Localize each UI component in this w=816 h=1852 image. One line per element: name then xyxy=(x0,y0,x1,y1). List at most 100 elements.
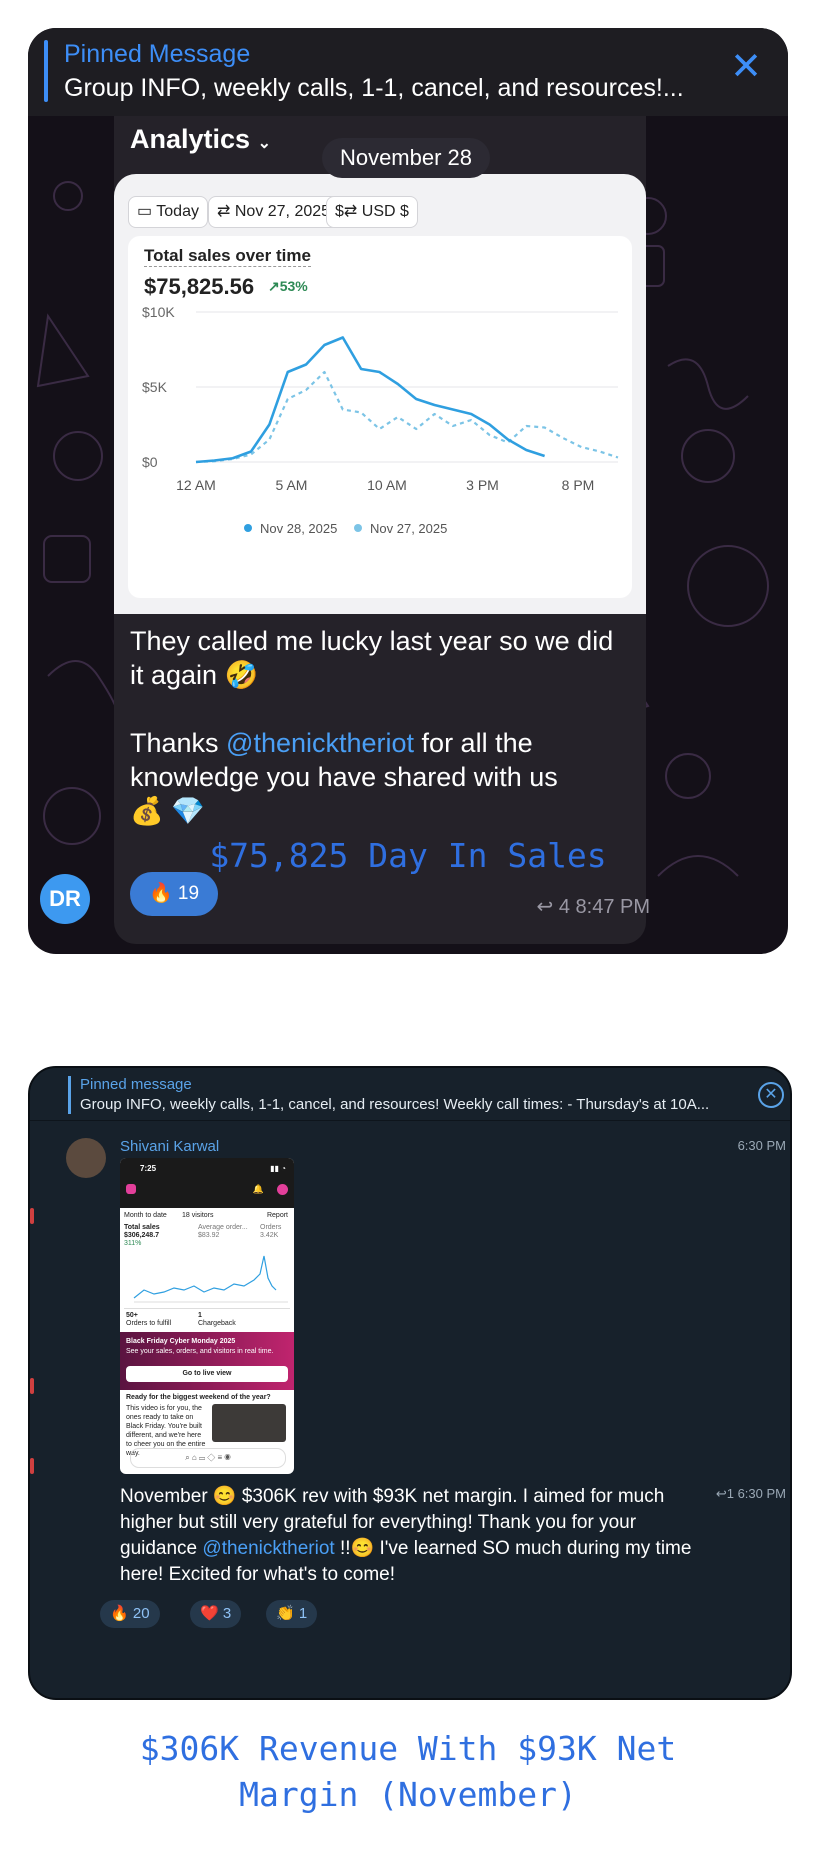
unread-marker xyxy=(30,1378,34,1394)
compare-chip: ⇄ Nov 27, 2025 xyxy=(208,196,340,228)
currency-chip-label: USD $ xyxy=(361,203,409,220)
close-icon[interactable]: ✕ xyxy=(730,48,762,86)
legend-label: Nov 27, 2025 xyxy=(370,521,447,536)
caption-2: $306K Revenue With $93K Net Margin (Nove… xyxy=(0,1726,816,1818)
message-line-1: They called me lucky last year so we did… xyxy=(130,626,614,690)
video-title: Ready for the biggest weekend of the yea… xyxy=(126,1394,271,1401)
caption-1: $75,825 Day In Sales xyxy=(209,836,607,875)
sender-name[interactable]: Shivani Karwal xyxy=(120,1138,219,1155)
pinned-title: Pinned message xyxy=(80,1076,192,1093)
message-time: 6:30 PM xyxy=(737,1486,786,1501)
orders-label: Orders xyxy=(260,1224,282,1231)
x-tick-label: 10 AM xyxy=(367,477,407,493)
reaction-count: 19 xyxy=(177,883,200,904)
chargeback-label: Chargeback xyxy=(198,1320,236,1327)
chart-card: Total sales over time $75,825.56 ↗53% $0… xyxy=(128,236,632,598)
message-emojis: 💰 💎 xyxy=(130,796,205,826)
reaction-heart[interactable]: ❤️ 3 xyxy=(190,1600,242,1628)
unread-marker xyxy=(30,1458,34,1474)
series-line-1 xyxy=(195,370,619,464)
caption-2-line-2: Margin (November) xyxy=(239,1775,577,1814)
sales-chart: $0 $5K $10K 12 AM 5 AM 10 AM 3 PM 8 PM Nov 28, 2… xyxy=(142,306,619,536)
change-value: 53% xyxy=(279,278,308,294)
message-text: November 😊 $306K rev with $93K net margi… xyxy=(120,1484,700,1588)
heart-icon: ❤️ xyxy=(200,1605,219,1622)
reaction-fire[interactable]: 🔥 19 xyxy=(130,872,218,916)
divider xyxy=(124,1308,290,1309)
unread-marker xyxy=(30,1208,34,1224)
bottom-nav-icons: ⌕ ⌂ ▭ ◇ ≡ ◉ xyxy=(130,1448,286,1468)
reply-icon[interactable]: ↩ xyxy=(537,896,554,918)
y-tick-label: $0 xyxy=(142,454,158,470)
change-badge: ↗53% xyxy=(268,278,308,295)
bell-icon: 🔔 xyxy=(252,1184,264,1194)
chart-title: Total sales over time xyxy=(144,246,311,267)
pinned-text: Group INFO, weekly calls, 1-1, cancel, a… xyxy=(64,74,684,102)
close-icon[interactable]: ✕ xyxy=(758,1082,784,1108)
legend-label: Nov 28, 2025 xyxy=(260,521,337,536)
reaction-clap[interactable]: 👏 1 xyxy=(266,1600,318,1628)
analytics-screenshot[interactable]: ▭ Today ⇄ Nov 27, 2025 $⇄ USD $ Total sa… xyxy=(114,174,646,614)
chat-screenshot-1: Pinned Message Group INFO, weekly calls,… xyxy=(28,28,788,954)
total-sales-change: 311% xyxy=(124,1240,142,1247)
reply-count: 4 xyxy=(558,896,570,918)
pinned-title: Pinned Message xyxy=(64,40,251,68)
compare-icon: ⇄ xyxy=(217,203,231,220)
message-thanks: Thanks xyxy=(130,728,227,758)
orders-value: 3.42K xyxy=(260,1232,279,1239)
currency-chip: $⇄ USD $ xyxy=(326,196,418,228)
attached-image[interactable]: 7:25 ▮▮ ◔ 🔔 Month to date 18 visitors Re… xyxy=(120,1158,294,1474)
y-tick-label: $10K xyxy=(142,306,175,320)
arrow-up-icon: ↗ xyxy=(268,278,280,294)
promo-banner: Black Friday Cyber Monday 2025 See your … xyxy=(120,1332,294,1390)
mention-link[interactable]: @thenicktheriot xyxy=(226,728,414,758)
reaction-count: 20 xyxy=(132,1605,150,1622)
avatar[interactable]: DR xyxy=(40,874,90,924)
fire-icon: 🔥 xyxy=(148,883,173,904)
period-filter: Month to date xyxy=(124,1212,167,1219)
visitors-filter: 18 visitors xyxy=(182,1212,214,1219)
report-button: Report xyxy=(266,1212,288,1219)
date-pill: November 28 xyxy=(322,138,490,178)
profile-icon xyxy=(277,1184,288,1195)
calendar-icon: ▭ xyxy=(137,203,153,220)
fulfill-value: 50+ xyxy=(126,1312,138,1319)
today-chip: ▭ Today xyxy=(128,196,208,228)
analytics-label: Analytics xyxy=(130,124,251,154)
analytics-header: Analytics ⌄ xyxy=(130,124,271,155)
message-meta: ↩1 6:30 PM xyxy=(716,1486,786,1502)
video-thumbnail xyxy=(212,1404,286,1442)
message-text: They called me lucky last year so we did… xyxy=(130,624,630,828)
today-chip-label: Today xyxy=(156,203,199,220)
chargeback-value: 1 xyxy=(198,1312,202,1319)
clap-icon: 👏 xyxy=(276,1605,295,1622)
chevron-down-icon: ⌄ xyxy=(257,135,271,152)
reply-icon[interactable]: ↩ xyxy=(716,1486,727,1501)
reaction-count: 3 xyxy=(222,1605,232,1622)
chat-screenshot-2: Pinned message Group INFO, weekly calls,… xyxy=(28,1066,792,1700)
currency-icon: $⇄ xyxy=(335,203,358,220)
mini-sales-chart xyxy=(133,1255,288,1303)
total-sales-value: $306,248.7 xyxy=(124,1232,160,1239)
pinned-text: Group INFO, weekly calls, 1-1, cancel, a… xyxy=(80,1096,710,1113)
message-meta: ↩ 4 8:47 PM xyxy=(537,894,651,919)
y-tick-label: $5K xyxy=(142,379,168,395)
x-tick-label: 5 AM xyxy=(276,477,308,493)
aov-value: $83.92 xyxy=(198,1232,220,1239)
reply-count: 1 xyxy=(726,1486,734,1501)
series-line-0 xyxy=(195,336,546,464)
pinned-message-bar[interactable]: Pinned Message Group INFO, weekly calls,… xyxy=(28,28,788,116)
x-tick-label: 3 PM xyxy=(466,477,499,493)
promo-subtitle: See your sales, orders, and visitors in … xyxy=(126,1348,274,1355)
total-sales-value: $75,825.56 xyxy=(144,274,255,299)
reaction-count: 1 xyxy=(298,1605,308,1622)
x-tick-label: 8 PM xyxy=(562,477,595,493)
pinned-message-bar[interactable]: Pinned message Group INFO, weekly calls,… xyxy=(30,1068,790,1121)
signal-icon: ▮▮ ◔ xyxy=(270,1164,286,1173)
reaction-fire[interactable]: 🔥 20 xyxy=(100,1600,160,1628)
avatar[interactable] xyxy=(66,1138,106,1178)
fulfill-label: Orders to fulfill xyxy=(126,1320,172,1327)
pinned-accent-bar xyxy=(44,40,48,102)
mention-link[interactable]: @thenicktheriot xyxy=(202,1538,334,1559)
fire-icon: 🔥 xyxy=(110,1605,129,1622)
